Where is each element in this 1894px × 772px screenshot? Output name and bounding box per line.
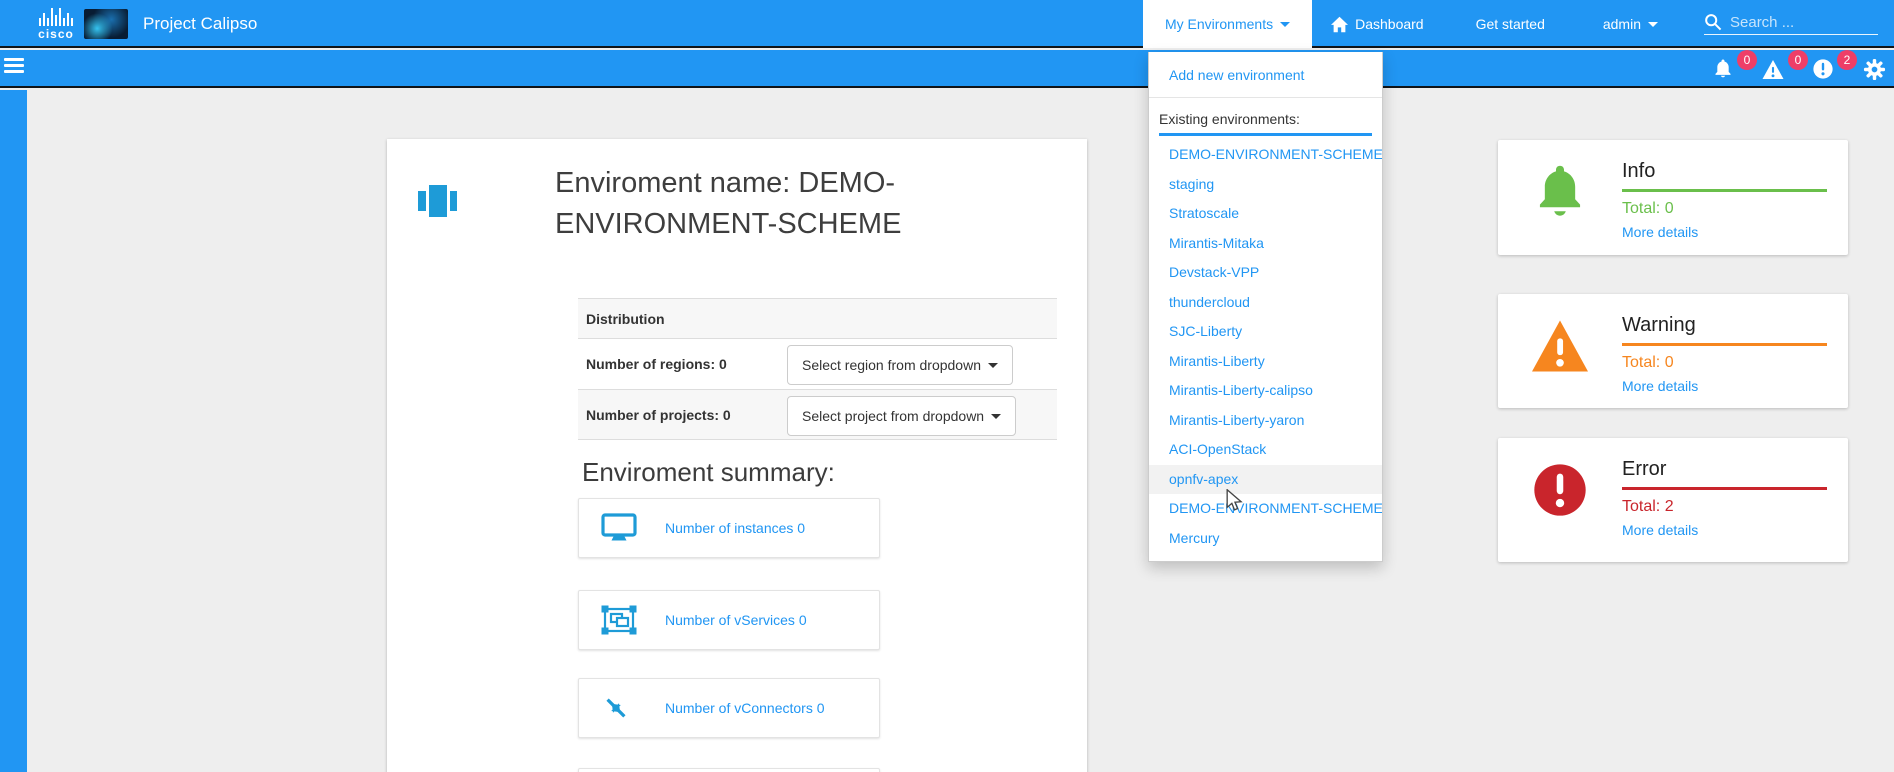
summary-card-partial[interactable] bbox=[578, 768, 880, 772]
regions-count-label: Number of regions: 0 bbox=[578, 356, 727, 372]
info-notifications-button[interactable] bbox=[1712, 58, 1734, 80]
cisco-bars-icon bbox=[28, 7, 84, 26]
cisco-logo-text: cisco bbox=[28, 27, 84, 41]
info-total: Total: 0 bbox=[1622, 200, 1848, 218]
collapsed-sidebar bbox=[0, 90, 27, 772]
warning-triangle-icon bbox=[1528, 318, 1592, 379]
warning-status-card: Warning Total: 0 More details bbox=[1498, 294, 1848, 408]
warning-notifications-button[interactable] bbox=[1761, 59, 1785, 80]
dropdown-divider bbox=[1149, 97, 1382, 98]
compress-arrows-icon bbox=[601, 693, 639, 723]
environment-summary-heading: Enviroment summary: bbox=[582, 457, 835, 488]
select-region-dropdown-button[interactable]: Select region from dropdown bbox=[787, 345, 1013, 385]
environment-item[interactable]: SJC-Liberty bbox=[1149, 317, 1382, 347]
error-notifications-button[interactable] bbox=[1812, 58, 1834, 80]
vservices-count-link: Number of vServices 0 bbox=[665, 612, 807, 628]
search-icon bbox=[1704, 13, 1722, 31]
mouse-cursor bbox=[1225, 489, 1244, 511]
exclamation-circle-icon bbox=[1528, 462, 1592, 523]
error-total: Total: 2 bbox=[1622, 498, 1848, 516]
warning-total: Total: 0 bbox=[1622, 354, 1848, 372]
top-navbar: cisco Project Calipso My Environments Da… bbox=[0, 0, 1894, 48]
home-icon bbox=[1330, 16, 1349, 33]
instances-summary-card[interactable]: Number of instances 0 bbox=[578, 498, 880, 558]
monitor-icon bbox=[601, 513, 639, 543]
chevron-down-icon bbox=[991, 414, 1001, 419]
chevron-down-icon bbox=[1280, 22, 1290, 27]
instances-count-link: Number of instances 0 bbox=[665, 520, 805, 536]
search-input[interactable] bbox=[1730, 14, 1878, 31]
settings-button[interactable] bbox=[1863, 58, 1886, 81]
projects-row: Number of projects: 0 Select project fro… bbox=[578, 389, 1057, 440]
environment-name-title: Enviroment name: DEMO-ENVIRONMENT-SCHEME bbox=[555, 163, 1007, 244]
environment-item[interactable]: staging bbox=[1149, 170, 1382, 200]
search-box bbox=[1704, 13, 1878, 35]
environment-item[interactable]: Stratoscale bbox=[1149, 199, 1382, 229]
my-environments-menu-toggle[interactable]: My Environments bbox=[1143, 0, 1312, 48]
warning-count-badge: 0 bbox=[1788, 50, 1808, 70]
environment-item[interactable]: Mirantis-Liberty bbox=[1149, 347, 1382, 377]
distribution-table: Distribution Number of regions: 0 Select… bbox=[578, 298, 1057, 440]
info-status-card: Info Total: 0 More details bbox=[1498, 140, 1848, 255]
my-environments-label: My Environments bbox=[1165, 16, 1273, 32]
info-card-title: Info bbox=[1622, 160, 1827, 192]
select-region-label: Select region from dropdown bbox=[802, 357, 981, 373]
chevron-down-icon bbox=[1648, 22, 1658, 27]
user-name-label: admin bbox=[1603, 16, 1641, 32]
warning-triangle-icon bbox=[1761, 59, 1785, 80]
info-count-badge: 0 bbox=[1737, 50, 1757, 70]
error-more-details-link[interactable]: More details bbox=[1622, 522, 1848, 538]
object-group-icon bbox=[601, 605, 639, 635]
select-project-label: Select project from dropdown bbox=[802, 408, 984, 424]
environment-item[interactable]: DEMO-ENVIRONMENT-SCHEME bbox=[1149, 140, 1382, 170]
cisco-logo: cisco bbox=[28, 7, 84, 41]
chevron-down-icon bbox=[988, 363, 998, 368]
environment-item[interactable]: Mirantis-Liberty-calipso bbox=[1149, 376, 1382, 406]
vconnectors-count-link: Number of vConnectors 0 bbox=[665, 700, 825, 716]
add-new-environment-item[interactable]: Add new environment bbox=[1149, 52, 1382, 94]
environment-item-hovered[interactable]: opnfv-apex bbox=[1149, 465, 1382, 495]
environment-item[interactable]: Mirantis-Mitaka bbox=[1149, 229, 1382, 259]
environment-item[interactable]: Mirantis-Liberty-yaron bbox=[1149, 406, 1382, 436]
vconnectors-summary-card[interactable]: Number of vConnectors 0 bbox=[578, 678, 880, 738]
app-title: Project Calipso bbox=[143, 0, 257, 48]
nav-get-started[interactable]: Get started bbox=[1476, 16, 1545, 32]
regions-row: Number of regions: 0 Select region from … bbox=[578, 338, 1057, 389]
navbar-right-menu: My Environments Dashboard Get started ad… bbox=[1143, 0, 1894, 48]
gear-icon bbox=[1863, 58, 1886, 81]
environment-detail-card: Enviroment name: DEMO-ENVIRONMENT-SCHEME… bbox=[387, 139, 1087, 772]
exclamation-circle-icon bbox=[1812, 58, 1834, 80]
environment-item[interactable]: Devstack-VPP bbox=[1149, 258, 1382, 288]
info-more-details-link[interactable]: More details bbox=[1622, 224, 1848, 240]
error-status-card: Error Total: 2 More details bbox=[1498, 438, 1848, 562]
environment-item[interactable]: ACI-OpenStack bbox=[1149, 435, 1382, 465]
nav-user-menu[interactable]: admin bbox=[1603, 16, 1658, 32]
nav-dashboard[interactable]: Dashboard bbox=[1330, 16, 1424, 33]
distribution-header-row: Distribution bbox=[578, 298, 1057, 338]
environment-item[interactable]: thundercloud bbox=[1149, 288, 1382, 318]
dropdown-header-underline bbox=[1159, 133, 1372, 136]
environment-item[interactable]: DEMO-ENVIRONMENT-SCHEME bbox=[1149, 494, 1382, 524]
error-count-badge: 2 bbox=[1837, 50, 1857, 70]
brand-thumbnail-image bbox=[84, 9, 128, 39]
bell-icon bbox=[1528, 164, 1592, 227]
hamburger-menu-icon[interactable] bbox=[4, 58, 26, 76]
distribution-header-label: Distribution bbox=[586, 311, 665, 327]
application-window: cisco Project Calipso My Environments Da… bbox=[0, 0, 1894, 772]
warning-card-title: Warning bbox=[1622, 314, 1827, 346]
warning-more-details-link[interactable]: More details bbox=[1622, 378, 1848, 394]
alert-icons-cluster: 0 0 2 bbox=[1712, 50, 1886, 88]
bell-icon bbox=[1712, 58, 1734, 80]
vservices-summary-card[interactable]: Number of vServices 0 bbox=[578, 590, 880, 650]
error-card-title: Error bbox=[1622, 458, 1827, 490]
environment-icon bbox=[418, 183, 458, 219]
dashboard-label: Dashboard bbox=[1355, 16, 1424, 32]
environments-dropdown-menu: Add new environment Existing environment… bbox=[1148, 52, 1383, 562]
existing-environments-header: Existing environments: bbox=[1149, 101, 1382, 133]
select-project-dropdown-button[interactable]: Select project from dropdown bbox=[787, 396, 1016, 436]
environment-item[interactable]: Mercury bbox=[1149, 524, 1382, 554]
projects-count-label: Number of projects: 0 bbox=[578, 407, 731, 423]
get-started-label: Get started bbox=[1476, 16, 1545, 32]
secondary-toolbar: 0 0 2 bbox=[0, 50, 1894, 88]
